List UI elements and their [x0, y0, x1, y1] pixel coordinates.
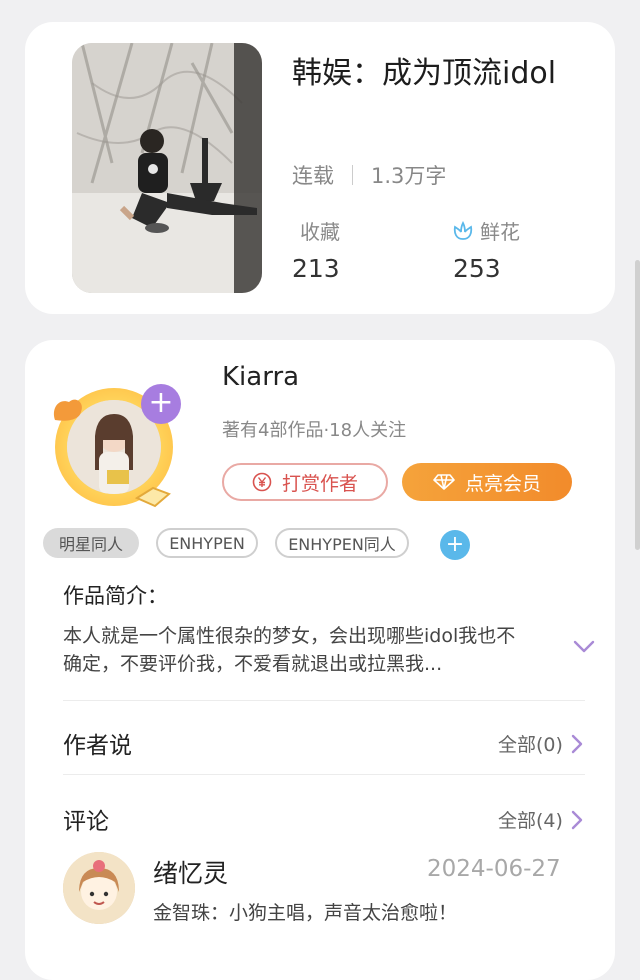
intro-heading: 作品简介： [63, 584, 168, 608]
author-card: + Kiarra 著有4部作品·18人关注 打赏作者 点亮会员 明星同人 ENH… [25, 340, 615, 980]
comment-date: 2024-06-27 [427, 856, 561, 882]
follow-author-button[interactable]: + [141, 384, 181, 424]
flowers-label-text: 鲜花 [480, 220, 520, 244]
tag-item[interactable]: 明星同人 [43, 528, 139, 558]
chevron-down-icon[interactable] [573, 640, 595, 654]
tag-label: ENHYPEN [169, 533, 245, 553]
book-meta: 连载 1.3万字 [292, 160, 446, 190]
comments-count: 全部(4) [498, 810, 563, 832]
avatar-frame-flower-icon [53, 399, 82, 421]
flower-icon [453, 220, 473, 240]
word-count: 1.3万字 [371, 164, 447, 188]
tip-author-button[interactable]: 打赏作者 [222, 463, 388, 501]
add-tag-button[interactable]: + [440, 530, 470, 560]
cover-photo-illustration [72, 43, 262, 293]
commenter-avatar[interactable] [63, 852, 135, 924]
scrollbar[interactable] [635, 260, 640, 550]
author-says-count: 全部(0) [498, 734, 563, 756]
comments-see-all[interactable]: 全部(4) [498, 806, 583, 833]
favorites-label: 收藏 [300, 216, 340, 245]
author-says-see-all[interactable]: 全部(0) [498, 730, 583, 757]
book-cover-image[interactable] [72, 43, 262, 293]
plus-icon: + [148, 385, 174, 420]
flowers-label[interactable]: 鲜花 [452, 216, 520, 245]
yen-coin-icon [252, 472, 272, 492]
chevron-right-icon [571, 810, 583, 829]
diamond-icon [433, 474, 455, 490]
author-says-heading: 作者说 [63, 733, 132, 759]
chevron-right-icon [571, 734, 583, 753]
author-meta: 著有4部作品·18人关注 [222, 420, 407, 441]
author-name[interactable]: Kiarra [222, 362, 299, 392]
comment-text: 金智珠：小狗主唱，声音太治愈啦！ [153, 902, 458, 924]
flowers-count: 253 [453, 254, 501, 283]
tag-item[interactable]: ENHYPEN [156, 528, 258, 558]
tip-author-label: 打赏作者 [281, 472, 358, 495]
favorites-label-text: 收藏 [300, 220, 340, 244]
commenter-name[interactable]: 绪忆灵 [153, 854, 228, 890]
avatar-frame-book-icon [135, 486, 171, 508]
tag-label: ENHYPEN同人 [288, 535, 396, 554]
book-card: 韩娱：成为顶流idol 连载 1.3万字 收藏 213 鲜花 253 [25, 22, 615, 314]
plus-icon: + [445, 532, 465, 557]
comments-heading: 评论 [63, 809, 109, 835]
activate-vip-label: 点亮会员 [464, 472, 541, 495]
section-divider [63, 774, 585, 775]
intro-text: 本人就是一个属性很杂的梦女，会出现哪些idol我也不确定，不要评价我，不爱看就退… [63, 625, 516, 675]
meta-divider [352, 165, 353, 185]
section-divider [63, 700, 585, 701]
tag-item[interactable]: ENHYPEN同人 [275, 528, 409, 558]
favorites-count: 213 [292, 254, 340, 283]
serial-status: 连载 [292, 164, 334, 188]
activate-vip-button[interactable]: 点亮会员 [402, 463, 572, 501]
tag-label: 明星同人 [58, 535, 123, 554]
book-title: 韩娱：成为顶流idol [292, 56, 557, 91]
commenter-avatar-illustration [63, 852, 135, 924]
